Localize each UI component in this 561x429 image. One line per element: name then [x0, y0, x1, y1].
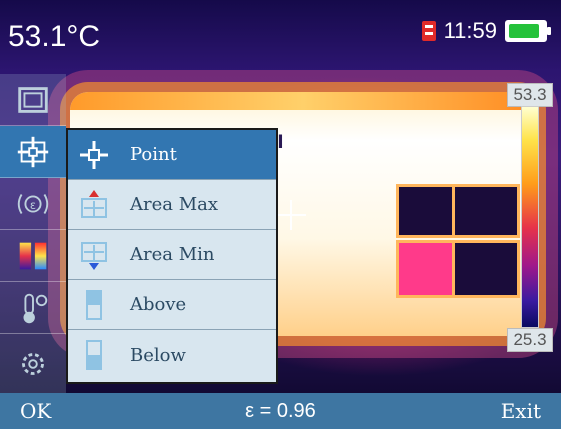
- vent-block: [452, 240, 520, 298]
- menu-item-point[interactable]: Point: [68, 130, 276, 180]
- above-icon: [68, 280, 120, 330]
- emissivity-icon[interactable]: ε: [0, 178, 66, 230]
- center-temperature: 53.1°C: [8, 20, 101, 53]
- scale-max-temperature: 53.3: [507, 83, 553, 107]
- vent-block: [396, 240, 456, 298]
- scale-min-temperature: 25.3: [507, 328, 553, 352]
- menu-item-label: Area Max: [130, 194, 219, 215]
- measure-mode-menu: Point Area Max Area Min Above Below: [66, 128, 278, 384]
- menu-item-label: Area Min: [130, 244, 215, 265]
- bottom-bar: OK ε = 0.96 Exit: [0, 393, 561, 429]
- menu-item-label: Below: [130, 344, 186, 366]
- exit-button[interactable]: Exit: [501, 399, 541, 423]
- battery-icon: [505, 20, 551, 42]
- menu-item-area-max[interactable]: Area Max: [68, 180, 276, 230]
- emissivity-value: ε = 0.96: [245, 399, 316, 422]
- menu-item-label: Above: [130, 294, 187, 315]
- sd-card-icon: [421, 21, 436, 41]
- ok-button[interactable]: OK: [20, 399, 51, 423]
- palette-icon[interactable]: [0, 230, 66, 282]
- below-icon: [68, 330, 120, 380]
- crosshair-icon: [276, 200, 306, 230]
- menu-item-below[interactable]: Below: [68, 330, 276, 380]
- color-scale-bar: [521, 106, 539, 328]
- status-bar: 11:59: [421, 18, 551, 44]
- menu-item-above[interactable]: Above: [68, 280, 276, 330]
- svg-text:ε: ε: [30, 197, 36, 211]
- menu-item-area-min[interactable]: Area Min: [68, 230, 276, 280]
- vent-block: [396, 184, 456, 238]
- area-max-icon: [68, 180, 120, 230]
- menu-item-label: Point: [130, 144, 177, 165]
- point-crosshair-icon: [68, 130, 120, 180]
- clock: 11:59: [443, 18, 497, 43]
- area-min-icon: [68, 230, 120, 280]
- area-frame-icon[interactable]: [0, 74, 66, 126]
- measure-point-icon[interactable]: [0, 126, 66, 178]
- thermometer-alarm-icon[interactable]: [0, 282, 66, 334]
- settings-gear-icon[interactable]: [0, 334, 66, 393]
- vent-block: [452, 184, 520, 238]
- left-toolbar: ε: [0, 74, 66, 393]
